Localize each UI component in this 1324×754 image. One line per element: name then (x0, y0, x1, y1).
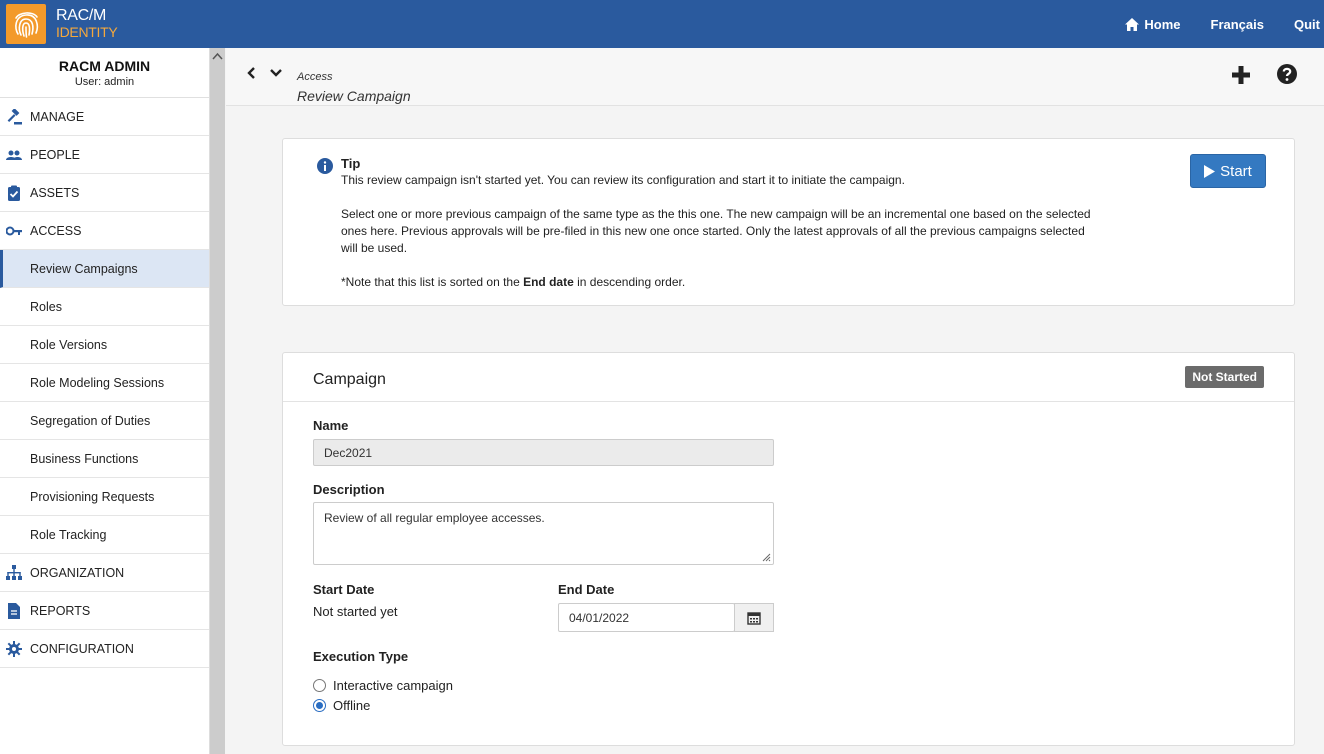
tip-card: Tip This review campaign isn't started y… (282, 138, 1295, 306)
sidebar-item-role-tracking[interactable]: Role Tracking (0, 516, 209, 554)
sidebar-item-label: Review Campaigns (30, 261, 138, 276)
calendar-icon (747, 611, 761, 625)
help-icon[interactable] (1276, 63, 1298, 85)
brand-line1: RAC/M (56, 7, 107, 24)
org-chart-icon (6, 565, 22, 580)
sidebar-item-provisioning-requests[interactable]: Provisioning Requests (0, 478, 209, 516)
gavel-icon (7, 109, 22, 125)
quit-link[interactable]: Quit (1294, 17, 1320, 32)
sidebar-item-label: ASSETS (30, 185, 80, 200)
home-link[interactable]: Home (1125, 16, 1181, 32)
sidebar-item-label: Roles (30, 299, 62, 314)
brand-line2: IDENTITY (56, 24, 118, 40)
name-field[interactable]: Dec2021 (313, 439, 774, 466)
status-badge: Not Started (1185, 366, 1264, 388)
sidebar-item-segregation-of-duties[interactable]: Segregation of Duties (0, 402, 209, 440)
sidebar-item-business-functions[interactable]: Business Functions (0, 440, 209, 478)
user-name: RACM ADMIN (58, 58, 151, 74)
radio-interactive-campaign[interactable]: Interactive campaign (313, 678, 453, 693)
sidebar-item-review-campaigns[interactable]: Review Campaigns (0, 250, 209, 288)
sidebar-item-assets[interactable]: ASSETS (0, 174, 209, 212)
sidebar-item-role-versions[interactable]: Role Versions (0, 326, 209, 364)
sidebar-item-organization[interactable]: ORGANIZATION (0, 554, 209, 592)
user-subtitle: User: admin (74, 76, 135, 88)
sidebar-item-manage[interactable]: MANAGE (0, 98, 209, 136)
sidebar-item-reports[interactable]: REPORTS (0, 592, 209, 630)
clipboard-check-icon (8, 185, 20, 201)
sidebar-item-label: Role Versions (30, 337, 108, 352)
radio-label: Offline (333, 698, 371, 713)
sidebar-item-label: Business Functions (30, 451, 139, 466)
sidebar-item-label: PEOPLE (30, 147, 81, 162)
sidebar-item-people[interactable]: PEOPLE (0, 136, 209, 174)
tip-note-bold: End date (523, 275, 574, 289)
home-label: Home (1144, 16, 1181, 32)
sidebar-item-label: REPORTS (30, 603, 91, 618)
sidebar-item-label: Segregation of Duties (30, 413, 151, 428)
campaign-card: Campaign Not Started Name Dec2021 Descri… (282, 352, 1295, 746)
page-title: Review Campaign (297, 88, 411, 104)
tip-body: Tip This review campaign isn't started y… (341, 155, 1101, 291)
top-bar: RAC/M IDENTITY Home Français Quit (0, 0, 1324, 48)
play-icon (1204, 164, 1216, 178)
scroll-up-arrow-icon[interactable] (212, 52, 223, 62)
radio-button[interactable] (313, 679, 326, 692)
user-block: RACM ADMIN User: admin (0, 48, 209, 98)
breadcrumb-parent[interactable]: Access (297, 71, 332, 83)
start-button[interactable]: Start (1190, 154, 1266, 188)
end-date-input[interactable]: 04/01/2022 (558, 603, 735, 632)
tip-note: *Note that this list is sorted on the En… (341, 274, 1101, 291)
campaign-card-header: Campaign Not Started (283, 353, 1294, 402)
home-icon (1125, 17, 1140, 31)
sidebar-item-access[interactable]: ACCESS (0, 212, 209, 250)
sidebar: RACM ADMIN User: admin MANAGE PEOPLE ASS… (0, 48, 210, 754)
sidebar-item-roles[interactable]: Roles (0, 288, 209, 326)
description-text: Review of all regular employee accesses. (324, 511, 545, 525)
tip-title: Tip (341, 156, 361, 171)
sidebar-item-label: Role Modeling Sessions (30, 375, 165, 390)
description-field[interactable]: Review of all regular employee accesses. (313, 502, 774, 565)
sidebar-item-label: ACCESS (30, 223, 82, 238)
key-icon (6, 226, 22, 236)
description-label: Description (313, 482, 385, 497)
sidebar-item-label: CONFIGURATION (30, 641, 134, 656)
end-date-label: End Date (558, 582, 615, 597)
calendar-button[interactable] (734, 603, 774, 632)
radio-button-selected[interactable] (313, 699, 326, 712)
chevron-down-icon[interactable] (269, 66, 283, 80)
sidebar-item-role-modeling-sessions[interactable]: Role Modeling Sessions (0, 364, 209, 402)
gear-icon (6, 641, 22, 657)
document-icon (8, 603, 20, 619)
fingerprint-logo-icon (6, 4, 46, 44)
name-label: Name (313, 418, 349, 433)
sidebar-item-label: Provisioning Requests (30, 489, 155, 504)
tip-note-prefix: *Note that this list is sorted on the (341, 275, 524, 289)
tip-text-2: Select one or more previous campaign of … (341, 207, 1091, 255)
page-header: Access Review Campaign (226, 48, 1324, 106)
back-arrow-icon[interactable] (245, 66, 259, 80)
start-date-value: Not started yet (313, 604, 398, 619)
radio-label: Interactive campaign (333, 678, 453, 693)
sidebar-item-label: MANAGE (30, 109, 85, 124)
top-nav: Home Français Quit (1095, 0, 1324, 48)
sidebar-item-label: ORGANIZATION (30, 565, 125, 580)
sidebar-item-configuration[interactable]: CONFIGURATION (0, 630, 209, 668)
start-button-label: Start (1220, 162, 1252, 180)
info-icon (317, 158, 333, 174)
tip-text-1: This review campaign isn't started yet. … (341, 173, 905, 187)
sidebar-item-label: Role Tracking (30, 527, 107, 542)
campaign-title: Campaign (313, 371, 386, 388)
resize-grip-icon[interactable] (761, 552, 771, 562)
tip-note-suffix: in descending order. (573, 275, 686, 289)
start-date-label: Start Date (313, 582, 375, 597)
radio-offline[interactable]: Offline (313, 698, 370, 713)
language-link[interactable]: Français (1211, 17, 1264, 32)
sidebar-scrollbar[interactable] (210, 48, 225, 754)
execution-type-label: Execution Type (313, 649, 409, 664)
people-icon (6, 150, 22, 160)
add-icon[interactable] (1229, 63, 1253, 87)
